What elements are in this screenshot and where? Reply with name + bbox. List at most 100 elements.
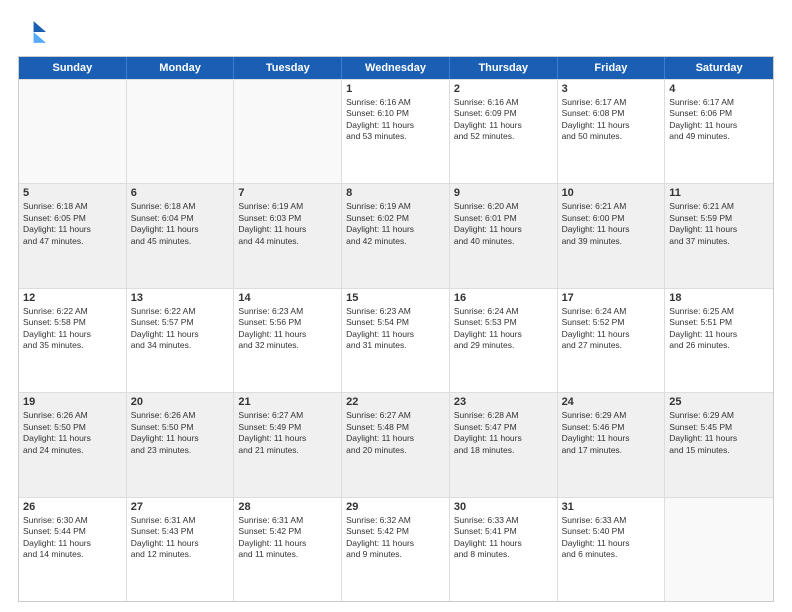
cal-header-saturday: Saturday [665, 57, 773, 79]
day-number: 10 [562, 187, 661, 199]
cell-info: Sunrise: 6:16 AMSunset: 6:09 PMDaylight:… [454, 97, 553, 143]
day-number: 5 [23, 187, 122, 199]
cell-info: Sunrise: 6:31 AMSunset: 5:42 PMDaylight:… [238, 515, 337, 561]
cell-info: Sunrise: 6:20 AMSunset: 6:01 PMDaylight:… [454, 201, 553, 247]
cell-info: Sunrise: 6:33 AMSunset: 5:41 PMDaylight:… [454, 515, 553, 561]
day-number: 3 [562, 83, 661, 95]
cal-week-2: 5 Sunrise: 6:18 AMSunset: 6:05 PMDaylight… [19, 183, 773, 287]
cell-info: Sunrise: 6:18 AMSunset: 6:05 PMDaylight:… [23, 201, 122, 247]
cal-cell: 18Sunrise: 6:25 AMSunset: 5:51 PMDayligh… [665, 289, 773, 392]
cal-cell: 22 Sunrise: 6:27 AMSunset: 5:48 PMDayligh… [342, 393, 450, 496]
logo [18, 18, 50, 46]
cell-info: Sunrise: 6:19 AMSunset: 6:03 PMDaylight:… [238, 201, 337, 247]
day-number: 30 [454, 501, 553, 513]
cal-cell: 19 Sunrise: 6:26 AMSunset: 5:50 PMDayligh… [19, 393, 127, 496]
cal-cell: 10Sunrise: 6:21 AMSunset: 6:00 PMDayligh… [558, 184, 666, 287]
day-number: 19 [23, 396, 122, 408]
cell-info: Sunrise: 6:24 AMSunset: 5:53 PMDaylight:… [454, 306, 553, 352]
day-number: 2 [454, 83, 553, 95]
cell-info: Sunrise: 6:17 AMSunset: 6:08 PMDaylight:… [562, 97, 661, 143]
cal-week-4: 19 Sunrise: 6:26 AMSunset: 5:50 PMDayligh… [19, 392, 773, 496]
cell-info: Sunrise: 6:31 AMSunset: 5:43 PMDaylight:… [131, 515, 230, 561]
cal-week-1: 1 Sunrise: 6:16 AMSunset: 6:10 PMDaylight… [19, 79, 773, 183]
day-number: 28 [238, 501, 337, 513]
cell-info: Sunrise: 6:27 AMSunset: 5:48 PMDaylight:… [346, 410, 445, 456]
cal-cell [127, 80, 235, 183]
cell-info: Sunrise: 6:28 AMSunset: 5:47 PMDaylight:… [454, 410, 553, 456]
cal-cell: 14 Sunrise: 6:23 AMSunset: 5:56 PMDayligh… [234, 289, 342, 392]
cal-cell: 28 Sunrise: 6:31 AMSunset: 5:42 PMDayligh… [234, 498, 342, 601]
cell-info: Sunrise: 6:17 AMSunset: 6:06 PMDaylight:… [669, 97, 769, 143]
calendar-header-row: SundayMondayTuesdayWednesdayThursdayFrid… [19, 57, 773, 79]
cell-info: Sunrise: 6:29 AMSunset: 5:46 PMDaylight:… [562, 410, 661, 456]
cal-cell: 20 Sunrise: 6:26 AMSunset: 5:50 PMDayligh… [127, 393, 235, 496]
cell-info: Sunrise: 6:22 AMSunset: 5:57 PMDaylight:… [131, 306, 230, 352]
cal-header-sunday: Sunday [19, 57, 127, 79]
cal-cell: 11 Sunrise: 6:21 AMSunset: 5:59 PMDayligh… [665, 184, 773, 287]
cal-cell: 31 Sunrise: 6:33 AMSunset: 5:40 PMDayligh… [558, 498, 666, 601]
cal-cell: 1 Sunrise: 6:16 AMSunset: 6:10 PMDaylight… [342, 80, 450, 183]
cell-info: Sunrise: 6:25 AMSunset: 5:51 PMDaylight:… [669, 306, 769, 352]
cell-info: Sunrise: 6:23 AMSunset: 5:56 PMDaylight:… [238, 306, 337, 352]
logo-icon [18, 18, 46, 46]
cal-cell: 23 Sunrise: 6:28 AMSunset: 5:47 PMDayligh… [450, 393, 558, 496]
day-number: 16 [454, 292, 553, 304]
cal-header-wednesday: Wednesday [342, 57, 450, 79]
cell-info: Sunrise: 6:26 AMSunset: 5:50 PMDaylight:… [131, 410, 230, 456]
cal-week-3: 12Sunrise: 6:22 AMSunset: 5:58 PMDayligh… [19, 288, 773, 392]
cal-cell: 29 Sunrise: 6:32 AMSunset: 5:42 PMDayligh… [342, 498, 450, 601]
day-number: 14 [238, 292, 337, 304]
day-number: 26 [23, 501, 122, 513]
cal-cell: 27 Sunrise: 6:31 AMSunset: 5:43 PMDayligh… [127, 498, 235, 601]
cell-info: Sunrise: 6:18 AMSunset: 6:04 PMDaylight:… [131, 201, 230, 247]
cell-info: Sunrise: 6:22 AMSunset: 5:58 PMDaylight:… [23, 306, 122, 352]
cal-cell [665, 498, 773, 601]
cal-cell: 8Sunrise: 6:19 AMSunset: 6:02 PMDaylight… [342, 184, 450, 287]
cal-cell: 2 Sunrise: 6:16 AMSunset: 6:09 PMDaylight… [450, 80, 558, 183]
cal-cell: 3 Sunrise: 6:17 AMSunset: 6:08 PMDaylight… [558, 80, 666, 183]
cal-cell: 17Sunrise: 6:24 AMSunset: 5:52 PMDayligh… [558, 289, 666, 392]
day-number: 6 [131, 187, 230, 199]
cal-cell: 7 Sunrise: 6:19 AMSunset: 6:03 PMDaylight… [234, 184, 342, 287]
day-number: 9 [454, 187, 553, 199]
day-number: 20 [131, 396, 230, 408]
day-number: 4 [669, 83, 769, 95]
cell-info: Sunrise: 6:16 AMSunset: 6:10 PMDaylight:… [346, 97, 445, 143]
cell-info: Sunrise: 6:27 AMSunset: 5:49 PMDaylight:… [238, 410, 337, 456]
cal-cell: 26Sunrise: 6:30 AMSunset: 5:44 PMDayligh… [19, 498, 127, 601]
calendar: SundayMondayTuesdayWednesdayThursdayFrid… [18, 56, 774, 602]
cal-week-5: 26Sunrise: 6:30 AMSunset: 5:44 PMDayligh… [19, 497, 773, 601]
day-number: 22 [346, 396, 445, 408]
day-number: 23 [454, 396, 553, 408]
cal-header-tuesday: Tuesday [234, 57, 342, 79]
cal-header-friday: Friday [558, 57, 666, 79]
page: SundayMondayTuesdayWednesdayThursdayFrid… [0, 0, 792, 612]
day-number: 21 [238, 396, 337, 408]
cal-cell: 13 Sunrise: 6:22 AMSunset: 5:57 PMDayligh… [127, 289, 235, 392]
cal-cell: 30 Sunrise: 6:33 AMSunset: 5:41 PMDayligh… [450, 498, 558, 601]
day-number: 11 [669, 187, 769, 199]
cal-cell: 16 Sunrise: 6:24 AMSunset: 5:53 PMDayligh… [450, 289, 558, 392]
cell-info: Sunrise: 6:32 AMSunset: 5:42 PMDaylight:… [346, 515, 445, 561]
cell-info: Sunrise: 6:19 AMSunset: 6:02 PMDaylight:… [346, 201, 445, 247]
day-number: 29 [346, 501, 445, 513]
day-number: 7 [238, 187, 337, 199]
day-number: 31 [562, 501, 661, 513]
cal-header-monday: Monday [127, 57, 235, 79]
cell-info: Sunrise: 6:21 AMSunset: 5:59 PMDaylight:… [669, 201, 769, 247]
cal-cell [234, 80, 342, 183]
cell-info: Sunrise: 6:29 AMSunset: 5:45 PMDaylight:… [669, 410, 769, 456]
day-number: 25 [669, 396, 769, 408]
day-number: 1 [346, 83, 445, 95]
cell-info: Sunrise: 6:26 AMSunset: 5:50 PMDaylight:… [23, 410, 122, 456]
day-number: 27 [131, 501, 230, 513]
cal-cell: 24Sunrise: 6:29 AMSunset: 5:46 PMDayligh… [558, 393, 666, 496]
cell-info: Sunrise: 6:33 AMSunset: 5:40 PMDaylight:… [562, 515, 661, 561]
cal-cell: 25 Sunrise: 6:29 AMSunset: 5:45 PMDayligh… [665, 393, 773, 496]
day-number: 13 [131, 292, 230, 304]
cell-info: Sunrise: 6:24 AMSunset: 5:52 PMDaylight:… [562, 306, 661, 352]
header [18, 18, 774, 46]
cal-cell [19, 80, 127, 183]
cal-cell: 4 Sunrise: 6:17 AMSunset: 6:06 PMDaylight… [665, 80, 773, 183]
cal-cell: 5 Sunrise: 6:18 AMSunset: 6:05 PMDaylight… [19, 184, 127, 287]
